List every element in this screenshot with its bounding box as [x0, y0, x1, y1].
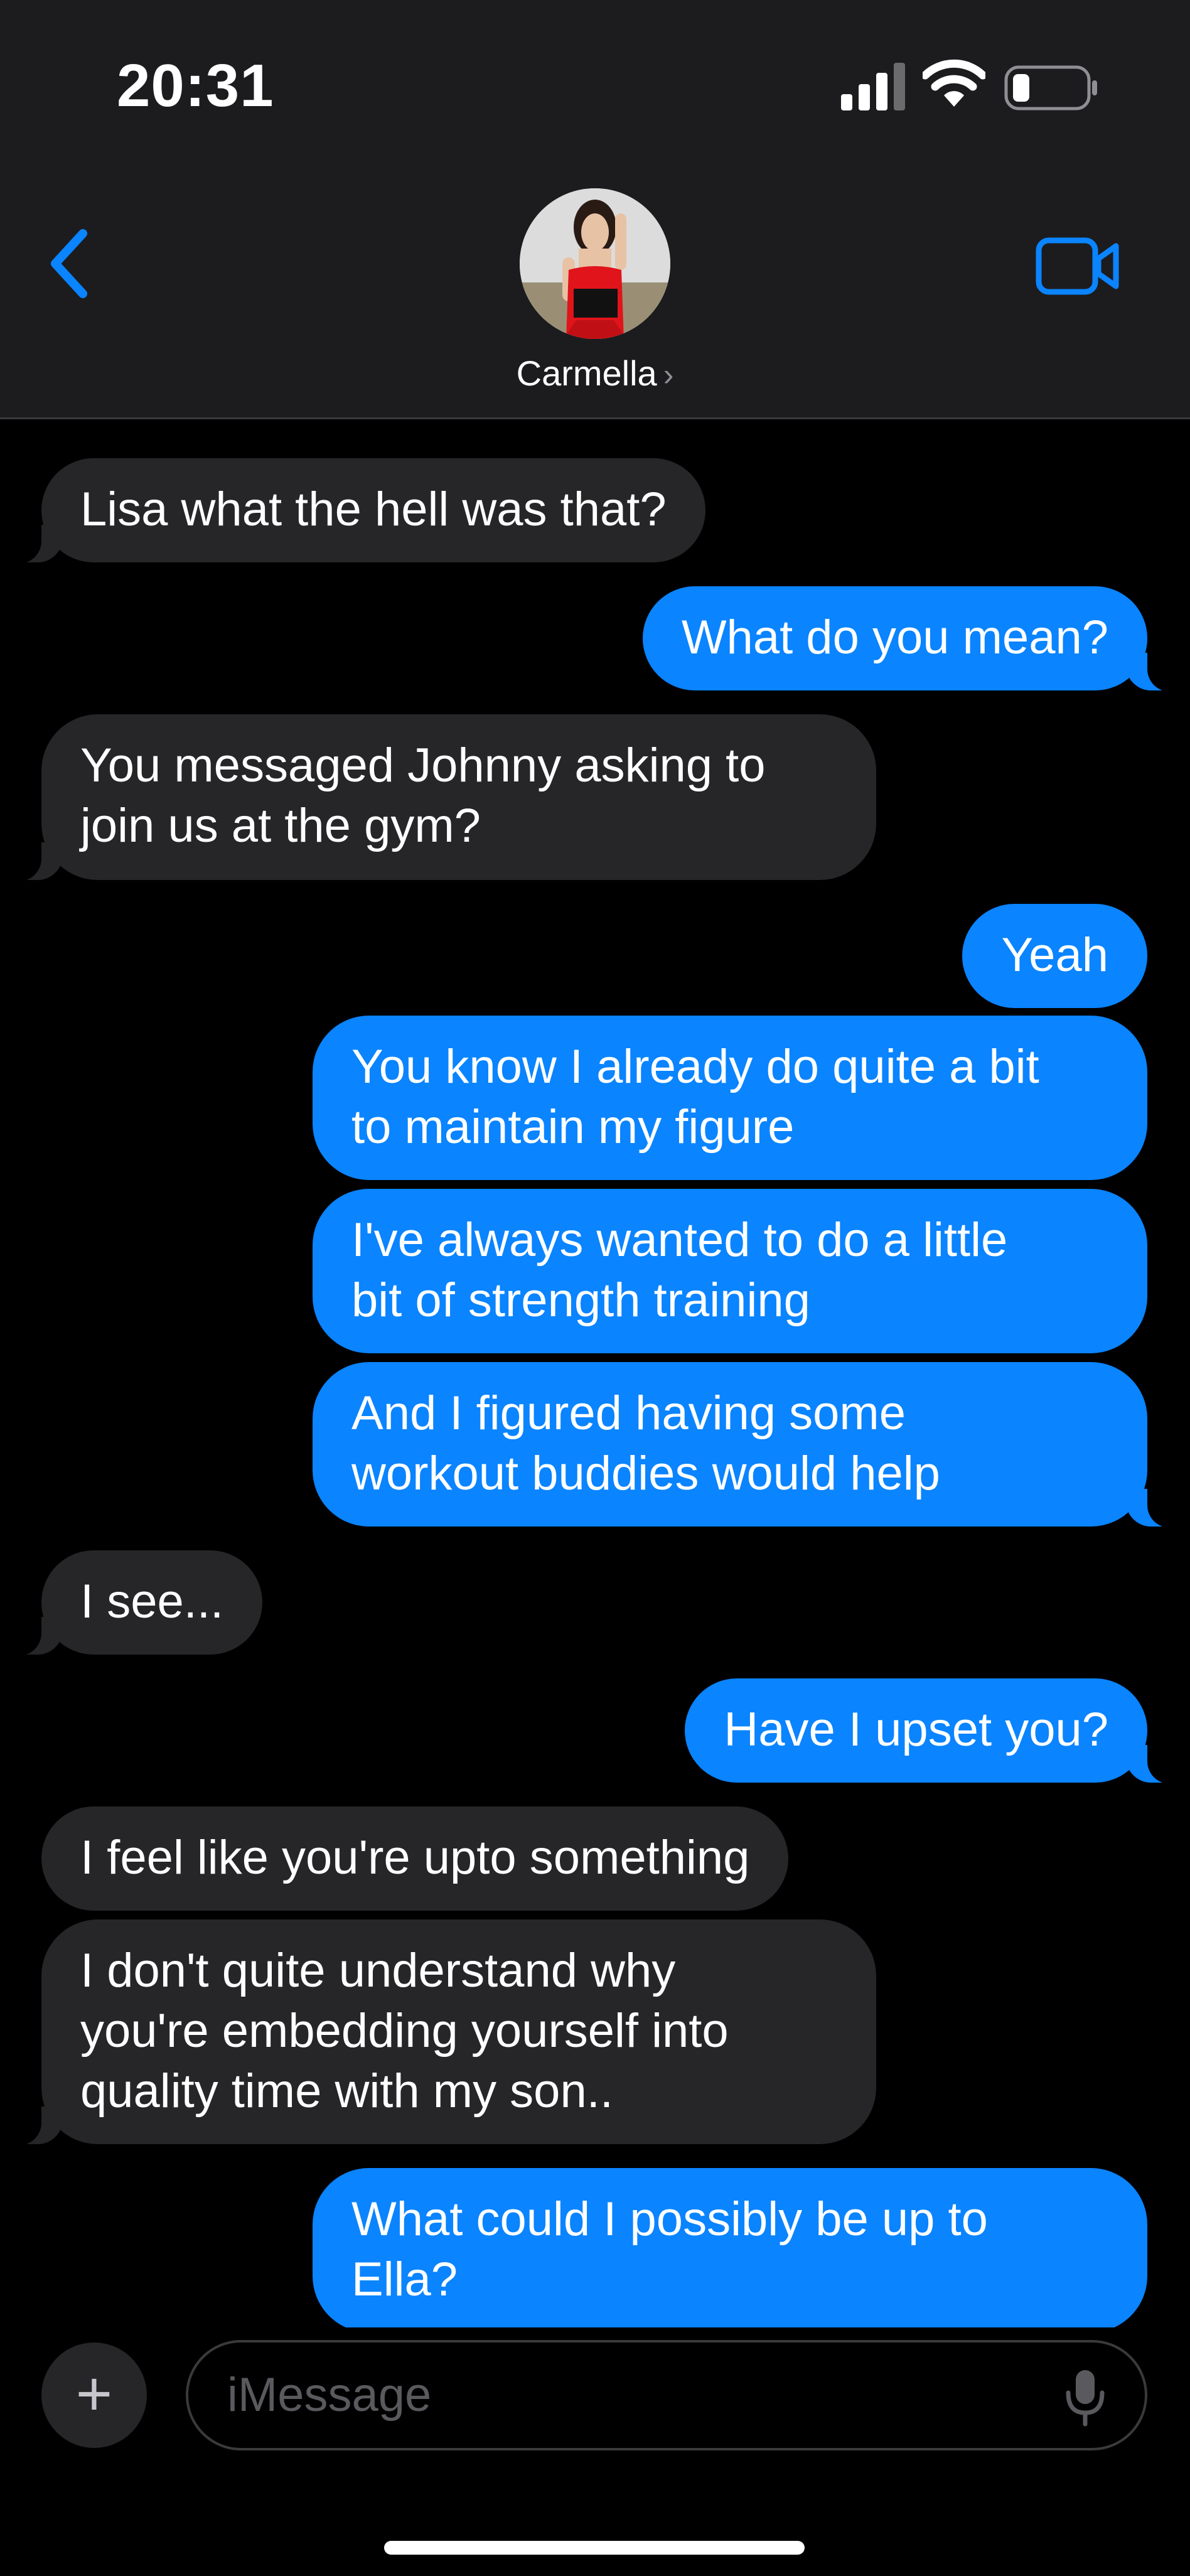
plus-icon: +	[75, 2359, 113, 2429]
status-bar: 20:31	[0, 0, 1190, 163]
wifi-icon	[923, 59, 985, 107]
outgoing-message-bubble[interactable]: Have I upset you?	[685, 1678, 1184, 1784]
incoming-message-bubble[interactable]: I see...	[4, 1550, 263, 1656]
outgoing-message-bubble[interactable]: Yeah	[962, 904, 1147, 1008]
outgoing-message-bubble[interactable]: And I figured having some workout buddie…	[313, 1362, 1184, 1528]
microphone-icon[interactable]	[1063, 2368, 1107, 2428]
signal-icon	[841, 63, 905, 110]
home-indicator[interactable]	[384, 2541, 805, 2555]
outgoing-message-bubble[interactable]: What could I possibly be up to Ella?	[313, 2168, 1147, 2327]
incoming-message-bubble[interactable]: You messaged Johnny asking to join us at…	[5, 714, 876, 881]
chevron-right-icon: ›	[663, 357, 674, 392]
incoming-message-bubble[interactable]: I feel like you're upto something	[41, 1806, 789, 1911]
incoming-message-bubble[interactable]: I don't quite understand why you're embe…	[5, 1919, 876, 2145]
outgoing-message-bubble[interactable]: You know I already do quite a bit to mai…	[313, 1016, 1147, 1180]
message-composer: + iMessage	[0, 2327, 1190, 2576]
incoming-message-bubble[interactable]: Lisa what the hell was that?	[5, 458, 705, 564]
outgoing-message-bubble[interactable]: I've always wanted to do a little bit of…	[313, 1189, 1147, 1353]
outgoing-message-bubble[interactable]: What do you mean?	[642, 586, 1184, 692]
video-camera-icon[interactable]	[1036, 237, 1121, 295]
conversation-header: Carmella ›	[0, 163, 1190, 419]
message-input-placeholder: iMessage	[227, 2368, 432, 2422]
add-attachment-button[interactable]: +	[41, 2343, 147, 2448]
contact-name-text: Carmella	[516, 353, 657, 393]
contact-avatar[interactable]	[520, 188, 670, 339]
back-chevron-icon[interactable]	[44, 226, 94, 301]
battery-icon	[1004, 65, 1097, 110]
message-thread[interactable]: Lisa what the hell was that? What do you…	[0, 419, 1190, 2327]
message-input[interactable]: iMessage	[186, 2340, 1147, 2450]
status-time: 20:31	[117, 52, 274, 119]
contact-name[interactable]: Carmella ›	[0, 353, 1190, 394]
